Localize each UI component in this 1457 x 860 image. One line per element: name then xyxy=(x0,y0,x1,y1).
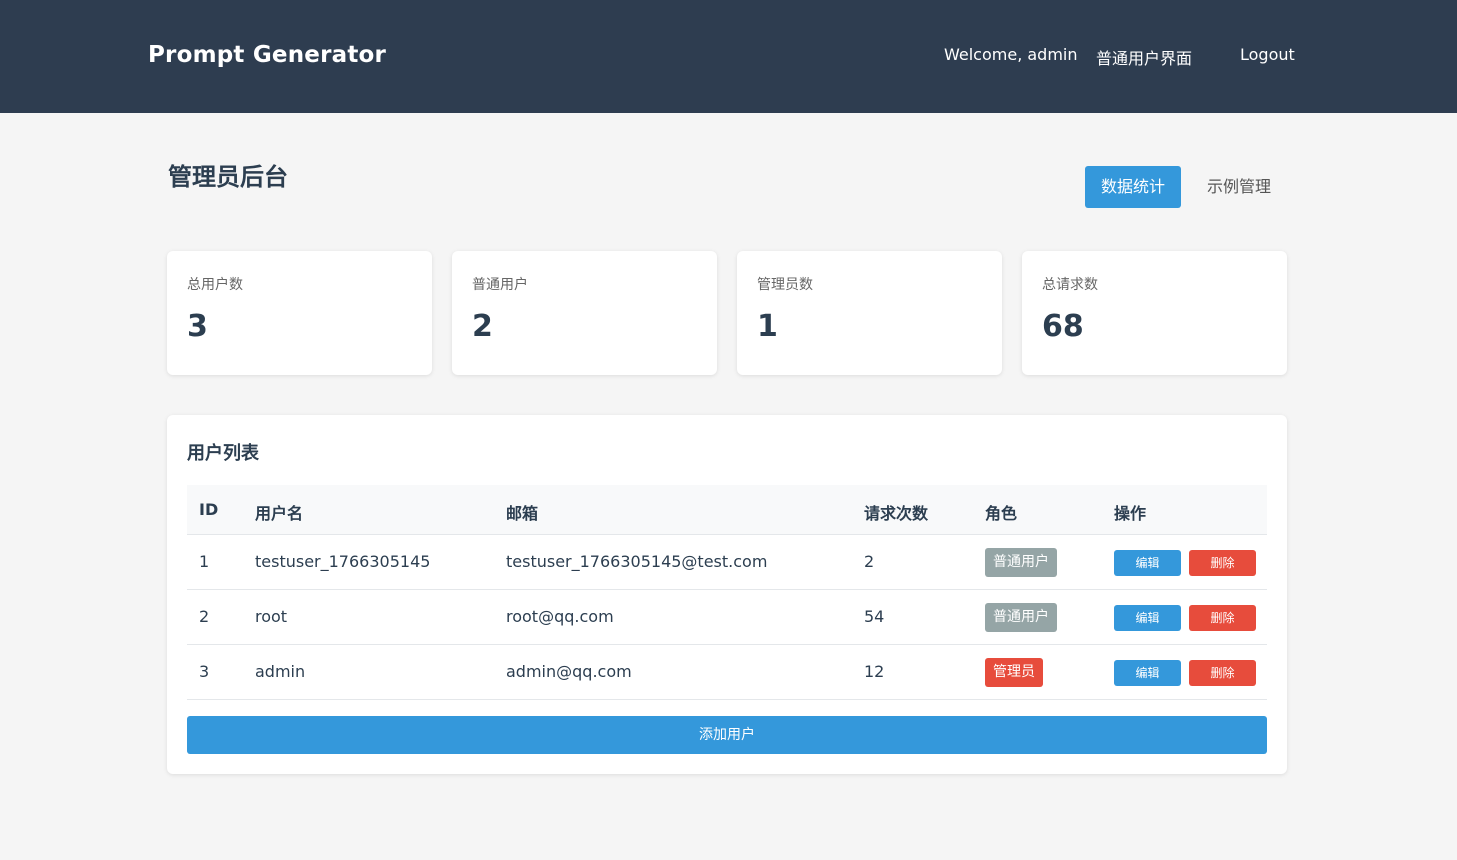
edit-button[interactable]: 编辑 xyxy=(1114,550,1181,576)
cell-username: testuser_1766305145 xyxy=(255,552,431,571)
delete-button[interactable]: 删除 xyxy=(1189,660,1256,686)
cell-id: 2 xyxy=(199,607,210,626)
role-badge: 普通用户 xyxy=(985,548,1057,577)
brand-title[interactable]: Prompt Generator xyxy=(148,42,386,68)
cell-email: root@qq.com xyxy=(506,607,614,626)
user-table: ID 用户名 邮箱 请求次数 角色 操作 1 testuser_17663051… xyxy=(187,485,1267,700)
stat-card-normal-users: 普通用户 2 xyxy=(452,251,717,375)
welcome-text: Welcome, admin xyxy=(944,45,1078,64)
user-list-title: 用户列表 xyxy=(187,443,259,464)
cell-requests: 2 xyxy=(864,552,875,571)
role-badge: 管理员 xyxy=(985,658,1043,687)
column-header-role: 角色 xyxy=(985,504,1018,523)
stat-card-total-requests: 总请求数 68 xyxy=(1022,251,1287,375)
cell-username: root xyxy=(255,607,288,626)
table-row: 2 root root@qq.com 54 普通用户 编辑 删除 xyxy=(187,590,1267,645)
stat-value: 2 xyxy=(472,309,493,344)
cell-requests: 54 xyxy=(864,607,885,626)
table-header: ID 用户名 邮箱 请求次数 角色 操作 xyxy=(187,485,1267,535)
stat-label: 总用户数 xyxy=(187,277,243,293)
column-header-id: ID xyxy=(199,500,219,519)
role-badge: 普通用户 xyxy=(985,603,1057,632)
stat-label: 管理员数 xyxy=(757,277,813,293)
stat-value: 3 xyxy=(187,309,208,344)
column-header-email: 邮箱 xyxy=(506,504,539,523)
table-row: 1 testuser_1766305145 testuser_176630514… xyxy=(187,535,1267,590)
column-header-actions: 操作 xyxy=(1114,504,1147,523)
stat-label: 总请求数 xyxy=(1042,277,1098,293)
column-header-requests: 请求次数 xyxy=(864,504,929,523)
stat-value: 1 xyxy=(757,309,778,344)
cell-email: admin@qq.com xyxy=(506,662,632,681)
tab-examples[interactable]: 示例管理 xyxy=(1195,166,1283,208)
cell-id: 1 xyxy=(199,552,210,571)
user-view-link[interactable]: 普通用户界面 xyxy=(1096,45,1192,69)
tab-statistics[interactable]: 数据统计 xyxy=(1085,166,1181,208)
user-list-panel: 用户列表 ID 用户名 邮箱 请求次数 角色 操作 1 testuser_176… xyxy=(167,415,1287,774)
cell-username: admin xyxy=(255,662,306,681)
delete-button[interactable]: 删除 xyxy=(1189,550,1256,576)
stat-card-admins: 管理员数 1 xyxy=(737,251,1002,375)
stat-card-total-users: 总用户数 3 xyxy=(167,251,432,375)
stat-value: 68 xyxy=(1042,309,1084,344)
cell-email: testuser_1766305145@test.com xyxy=(506,552,768,571)
page-title: 管理员后台 xyxy=(168,163,288,191)
top-navbar: Prompt Generator Welcome, admin 普通用户界面 L… xyxy=(0,0,1457,113)
column-header-username: 用户名 xyxy=(255,504,304,523)
stat-label: 普通用户 xyxy=(472,277,528,293)
delete-button[interactable]: 删除 xyxy=(1189,605,1256,631)
edit-button[interactable]: 编辑 xyxy=(1114,605,1181,631)
edit-button[interactable]: 编辑 xyxy=(1114,660,1181,686)
cell-id: 3 xyxy=(199,662,210,681)
cell-requests: 12 xyxy=(864,662,885,681)
add-user-button[interactable]: 添加用户 xyxy=(187,716,1267,754)
logout-link[interactable]: Logout xyxy=(1240,45,1295,64)
table-row: 3 admin admin@qq.com 12 管理员 编辑 删除 xyxy=(187,645,1267,700)
